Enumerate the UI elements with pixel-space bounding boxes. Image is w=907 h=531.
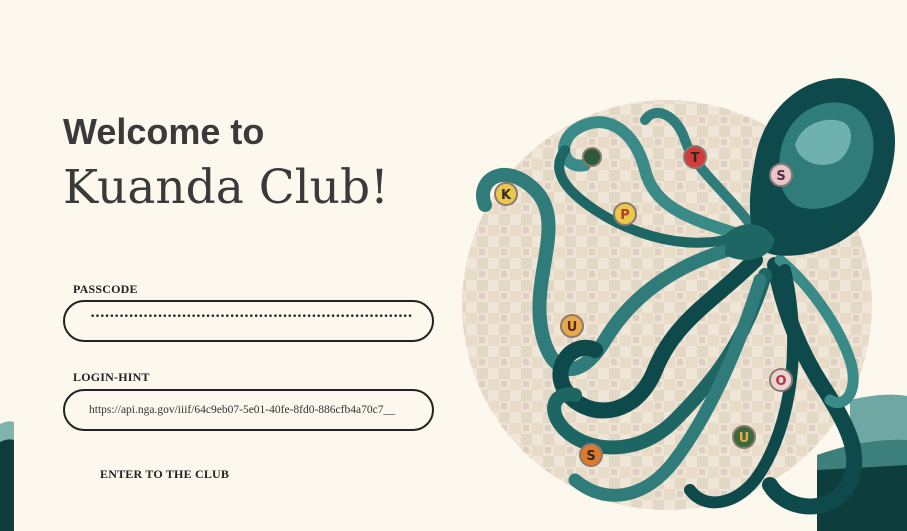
enter-club-button[interactable]: ENTER TO THE CLUB xyxy=(100,467,229,482)
badge-s-top-icon: S xyxy=(769,163,793,187)
svg-text:O: O xyxy=(775,374,786,389)
svg-text:P: P xyxy=(620,208,630,223)
badge-t-icon: T xyxy=(683,145,707,169)
passcode-field[interactable]: ••••••••••••••••••••••••••••••••••••••••… xyxy=(63,300,434,342)
svg-text:S: S xyxy=(586,449,595,464)
badge-dot-icon xyxy=(582,147,602,167)
left-hill-decoration xyxy=(0,421,14,531)
passcode-value[interactable]: ••••••••••••••••••••••••••••••••••••••••… xyxy=(90,312,412,322)
club-title: Kuanda Club! xyxy=(63,160,389,215)
badge-u-right-icon: U xyxy=(732,425,756,449)
welcome-heading: Welcome to xyxy=(63,111,265,152)
badge-s-bottom-icon: S xyxy=(579,443,603,467)
svg-text:T: T xyxy=(691,151,700,166)
badge-p-icon: P xyxy=(613,202,637,226)
login-hint-label: LOGIN-HINT xyxy=(73,370,150,384)
svg-text:U: U xyxy=(567,320,578,335)
octopus-illustration: K P T S U O U S xyxy=(462,78,907,531)
svg-text:S: S xyxy=(776,169,785,184)
badge-o-icon: O xyxy=(769,368,793,392)
badge-u-left-icon: U xyxy=(560,314,584,338)
login-hint-input[interactable] xyxy=(65,391,419,429)
badge-k-icon: K xyxy=(494,182,518,206)
svg-text:K: K xyxy=(501,188,512,203)
login-hint-field[interactable] xyxy=(63,389,434,431)
passcode-label: PASSCODE xyxy=(73,282,138,296)
svg-text:U: U xyxy=(739,431,750,446)
